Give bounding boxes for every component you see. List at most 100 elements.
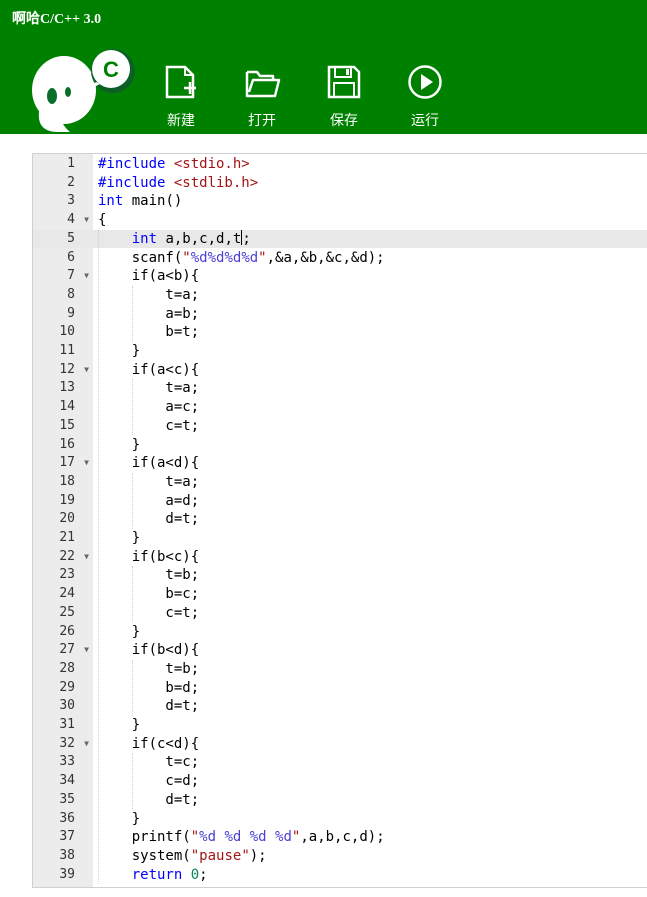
indent-guide: [131, 566, 133, 623]
code-line[interactable]: if(a<b){: [93, 267, 647, 286]
fold-toggle-icon[interactable]: ▼: [84, 641, 89, 660]
line-number: 16: [33, 436, 93, 455]
line-number-text: 15: [59, 417, 75, 433]
line-number: 1: [33, 155, 93, 174]
code-line[interactable]: int a,b,c,d,t;: [93, 229, 647, 249]
folder-open-icon: [245, 70, 281, 98]
line-number-text: 22: [59, 548, 75, 564]
code-line[interactable]: a=c;: [93, 398, 647, 417]
code-line[interactable]: a=b;: [93, 305, 647, 324]
code-line[interactable]: if(b<d){: [93, 641, 647, 660]
code-line[interactable]: if(c<d){: [93, 735, 647, 754]
line-number-text: 33: [59, 754, 75, 770]
fold-toggle-icon[interactable]: ▼: [84, 267, 89, 286]
code-line[interactable]: t=b;: [93, 566, 647, 585]
line-number-text: 3: [67, 193, 75, 209]
line-number: 8: [33, 286, 93, 305]
code-line[interactable]: #include <stdlib.h>: [93, 174, 647, 193]
save-button[interactable]: 保存: [314, 64, 374, 130]
code-line[interactable]: }: [93, 623, 647, 642]
code-line[interactable]: #include <stdio.h>: [93, 155, 647, 174]
code-line[interactable]: d=t;: [93, 510, 647, 529]
line-number: 19: [33, 492, 93, 511]
fold-toggle-icon[interactable]: ▼: [84, 454, 89, 473]
line-number: 29: [33, 679, 93, 698]
code-line[interactable]: t=b;: [93, 660, 647, 679]
code-line[interactable]: t=a;: [93, 286, 647, 305]
code-line[interactable]: }: [93, 810, 647, 829]
line-number-text: 17: [59, 455, 75, 471]
app-title: 啊哈C/C++ 3.0: [12, 12, 102, 27]
code-line[interactable]: d=t;: [93, 791, 647, 810]
line-number: 37: [33, 828, 93, 847]
code-line[interactable]: system("pause");: [93, 847, 647, 866]
code-line[interactable]: d=t;: [93, 697, 647, 716]
code-line-text: c=t;: [98, 604, 200, 621]
code-line[interactable]: c=d;: [93, 772, 647, 791]
line-number-text: 11: [59, 343, 75, 358]
code-line[interactable]: if(a<c){: [93, 361, 647, 380]
line-number-text: 4: [67, 212, 75, 228]
fold-toggle-icon[interactable]: ▼: [84, 735, 89, 754]
code-line[interactable]: if(a<d){: [93, 454, 647, 473]
line-number: 4 ▼: [33, 211, 93, 230]
line-number: 2: [33, 174, 93, 193]
code-line-text: b=d;: [98, 679, 200, 696]
code-line[interactable]: t=c;: [93, 753, 647, 772]
line-number: 9: [33, 305, 93, 324]
code-area[interactable]: #include <stdio.h> #include <stdlib.h> int…: [93, 154, 647, 887]
code-line[interactable]: scanf("%d%d%d%d",&a,&b,&c,&d);: [93, 249, 647, 268]
line-number-text: 19: [59, 492, 75, 508]
line-number-text: 14: [59, 399, 75, 415]
code-line-text: if(a<c){: [98, 361, 200, 378]
code-line[interactable]: c=t;: [93, 417, 647, 436]
code-line[interactable]: t=a;: [93, 473, 647, 492]
line-number-text: 39: [59, 866, 75, 882]
code-line[interactable]: }: [93, 342, 647, 361]
code-line-text: }: [98, 717, 141, 733]
code-line[interactable]: b=t;: [93, 323, 647, 342]
code-line[interactable]: a=d;: [93, 492, 647, 511]
code-line-text: t=b;: [98, 567, 200, 584]
code-line[interactable]: int main(): [93, 192, 647, 211]
line-number: 27 ▼: [33, 641, 93, 660]
code-line-text: t=a;: [98, 473, 200, 490]
fold-toggle-icon[interactable]: ▼: [84, 361, 89, 380]
code-line[interactable]: }: [93, 716, 647, 735]
code-line-text: scanf("%d%d%d%d",&a,&b,&c,&d);: [98, 249, 385, 266]
line-number-text: 37: [59, 829, 75, 845]
line-number-gutter: 1 2 3 4 ▼ 5 6 7 ▼ 8 9 10 11 12 ▼ 13 14 15 16 17 ▼ 18 19 20 21 22 ▼…: [33, 154, 93, 887]
line-number: 15: [33, 417, 93, 436]
code-line[interactable]: printf("%d %d %d %d",a,b,c,d);: [93, 828, 647, 847]
open-button[interactable]: 打开: [232, 64, 292, 130]
line-number: 30: [33, 697, 93, 716]
line-number-text: 30: [59, 698, 75, 714]
line-number-text: 27: [59, 642, 75, 658]
save-icon: [327, 65, 361, 99]
code-line[interactable]: }: [93, 529, 647, 548]
code-line[interactable]: b=c;: [93, 585, 647, 604]
code-line[interactable]: }: [93, 436, 647, 455]
line-number-text: 28: [59, 660, 75, 676]
code-editor[interactable]: 1 2 3 4 ▼ 5 6 7 ▼ 8 9 10 11 12 ▼ 13 14 15 16 17 ▼ 18 19 20 21 22 ▼…: [32, 153, 647, 888]
code-line[interactable]: return 0;: [93, 866, 647, 885]
line-number: 17 ▼: [33, 454, 93, 473]
fold-toggle-icon[interactable]: ▼: [84, 548, 89, 567]
run-button[interactable]: 运行: [395, 64, 455, 130]
line-number-text: 26: [59, 623, 75, 639]
fold-toggle-icon[interactable]: ▼: [84, 211, 89, 230]
code-line-text: b=t;: [98, 324, 200, 341]
code-line[interactable]: if(b<c){: [93, 548, 647, 567]
new-button[interactable]: 新建: [151, 64, 211, 130]
indent-guide: [131, 285, 133, 342]
code-line-text: t=c;: [98, 754, 200, 771]
indent-guide: [131, 472, 133, 529]
code-line[interactable]: {: [93, 211, 647, 230]
text-cursor: [241, 229, 243, 245]
code-line[interactable]: b=d;: [93, 679, 647, 698]
code-line-text: system("pause");: [98, 847, 267, 864]
line-number: 13: [33, 379, 93, 398]
code-line[interactable]: t=a;: [93, 379, 647, 398]
indent-guide: [131, 753, 133, 810]
code-line[interactable]: c=t;: [93, 604, 647, 623]
